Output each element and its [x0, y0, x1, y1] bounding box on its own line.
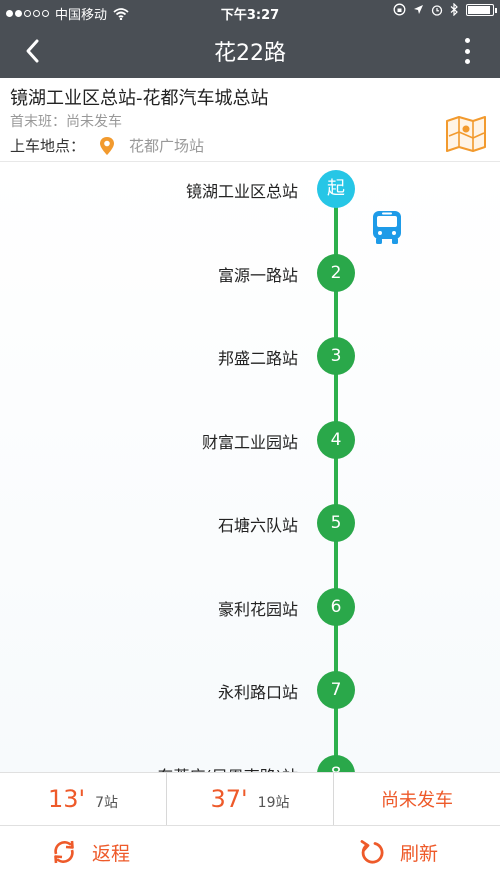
status-right	[393, 3, 497, 16]
schedule-label: 首末班：	[10, 114, 66, 130]
stop-number-marker: 5	[317, 504, 355, 542]
map-icon	[446, 116, 486, 152]
battery-icon	[466, 3, 497, 16]
status-bar: 中国移动 下午3:27	[0, 0, 500, 24]
schedule-info: 首末班：尚未发车	[10, 111, 122, 131]
location-arrow-icon	[414, 5, 423, 14]
boarding-label: 上车地点：	[10, 137, 86, 155]
stop-list[interactable]: 镜湖工业区总站起富源一路站 2 邦盛二路站 3 财富工业园站 4 石塘六队站 5 豪利花园站 6 永…	[0, 162, 500, 772]
stop-number-marker: 7	[317, 671, 355, 709]
stop-number-marker: 2	[317, 253, 355, 292]
more-menu-button[interactable]	[462, 36, 472, 66]
stop-name: 镜湖工业区总站	[185, 182, 298, 201]
more-vertical-icon	[464, 38, 470, 43]
eta-bar: 13' 7站 37' 19站 尚未发车	[0, 772, 500, 826]
stop-number-marker: 4	[317, 420, 355, 459]
eta-second-time: 37'	[210, 785, 248, 813]
stop-row[interactable]: 财富工业园站 4	[0, 420, 500, 459]
stop-name: 石塘六队站	[217, 516, 298, 535]
eta-third-bus[interactable]: 尚未发车	[333, 773, 500, 825]
bus-icon[interactable]	[371, 210, 403, 246]
stop-row[interactable]: 石塘六队站 5	[0, 504, 500, 542]
stop-name: 富源一路站	[217, 265, 298, 285]
action-bar: 返程 刷新	[0, 826, 500, 877]
route-name: 镜湖工业区总站-花都汽车城总站	[10, 88, 269, 109]
eta-second-stops: 19站	[257, 795, 290, 811]
map-button[interactable]	[444, 114, 488, 154]
stop-start-marker: 起	[317, 170, 355, 208]
header-bar: 花22路	[0, 24, 500, 78]
refresh-label: 刷新	[400, 842, 439, 865]
eta-third-status: 尚未发车	[381, 790, 453, 811]
return-trip-label: 返程	[92, 842, 131, 865]
stop-row[interactable]: 邦盛二路站 3	[0, 337, 500, 375]
rotation-lock-icon	[393, 3, 406, 16]
stop-name: 财富工业园站	[201, 432, 298, 452]
swap-arrows-icon	[54, 840, 74, 864]
refresh-icon	[360, 840, 384, 864]
stop-number-marker: 8	[317, 754, 355, 772]
refresh-button[interactable]: 刷新	[358, 838, 438, 866]
schedule-value: 尚未发车	[66, 114, 122, 130]
bluetooth-icon	[450, 3, 458, 16]
eta-first-time: 13'	[47, 785, 86, 813]
stop-row[interactable]: 永利路口站 7	[0, 671, 500, 709]
stop-row[interactable]: 东莞庄(凤凰南路)站 8	[0, 754, 500, 773]
location-pin-icon	[100, 136, 115, 155]
stop-row[interactable]: 镜湖工业区总站起	[0, 170, 500, 208]
eta-second-bus[interactable]: 37' 19站	[166, 773, 333, 825]
stop-number-marker: 6	[317, 587, 355, 626]
stop-name: 永利路口站	[217, 683, 298, 702]
stop-row[interactable]: 豪利花园站 6	[0, 587, 500, 626]
stop-name: 东莞庄(凤凰南路)站	[158, 763, 299, 773]
boarding-stop: 花都广场站	[129, 137, 205, 155]
eta-first-bus[interactable]: 13' 7站	[0, 773, 166, 825]
alarm-icon	[431, 4, 443, 16]
return-trip-button[interactable]: 返程	[50, 838, 130, 866]
stop-name: 邦盛二路站	[217, 349, 298, 368]
boarding-location[interactable]: 上车地点： 花都广场站	[10, 135, 204, 156]
stop-row[interactable]: 富源一路站 2	[0, 253, 500, 292]
stop-number-marker: 3	[317, 337, 355, 375]
stop-name: 豪利花园站	[217, 599, 298, 619]
route-info-panel: 镜湖工业区总站-花都汽车城总站 首末班：尚未发车 上车地点： 花都广场站	[0, 78, 500, 162]
eta-first-stops: 7站	[95, 795, 119, 811]
page-title: 花22路	[214, 41, 286, 66]
